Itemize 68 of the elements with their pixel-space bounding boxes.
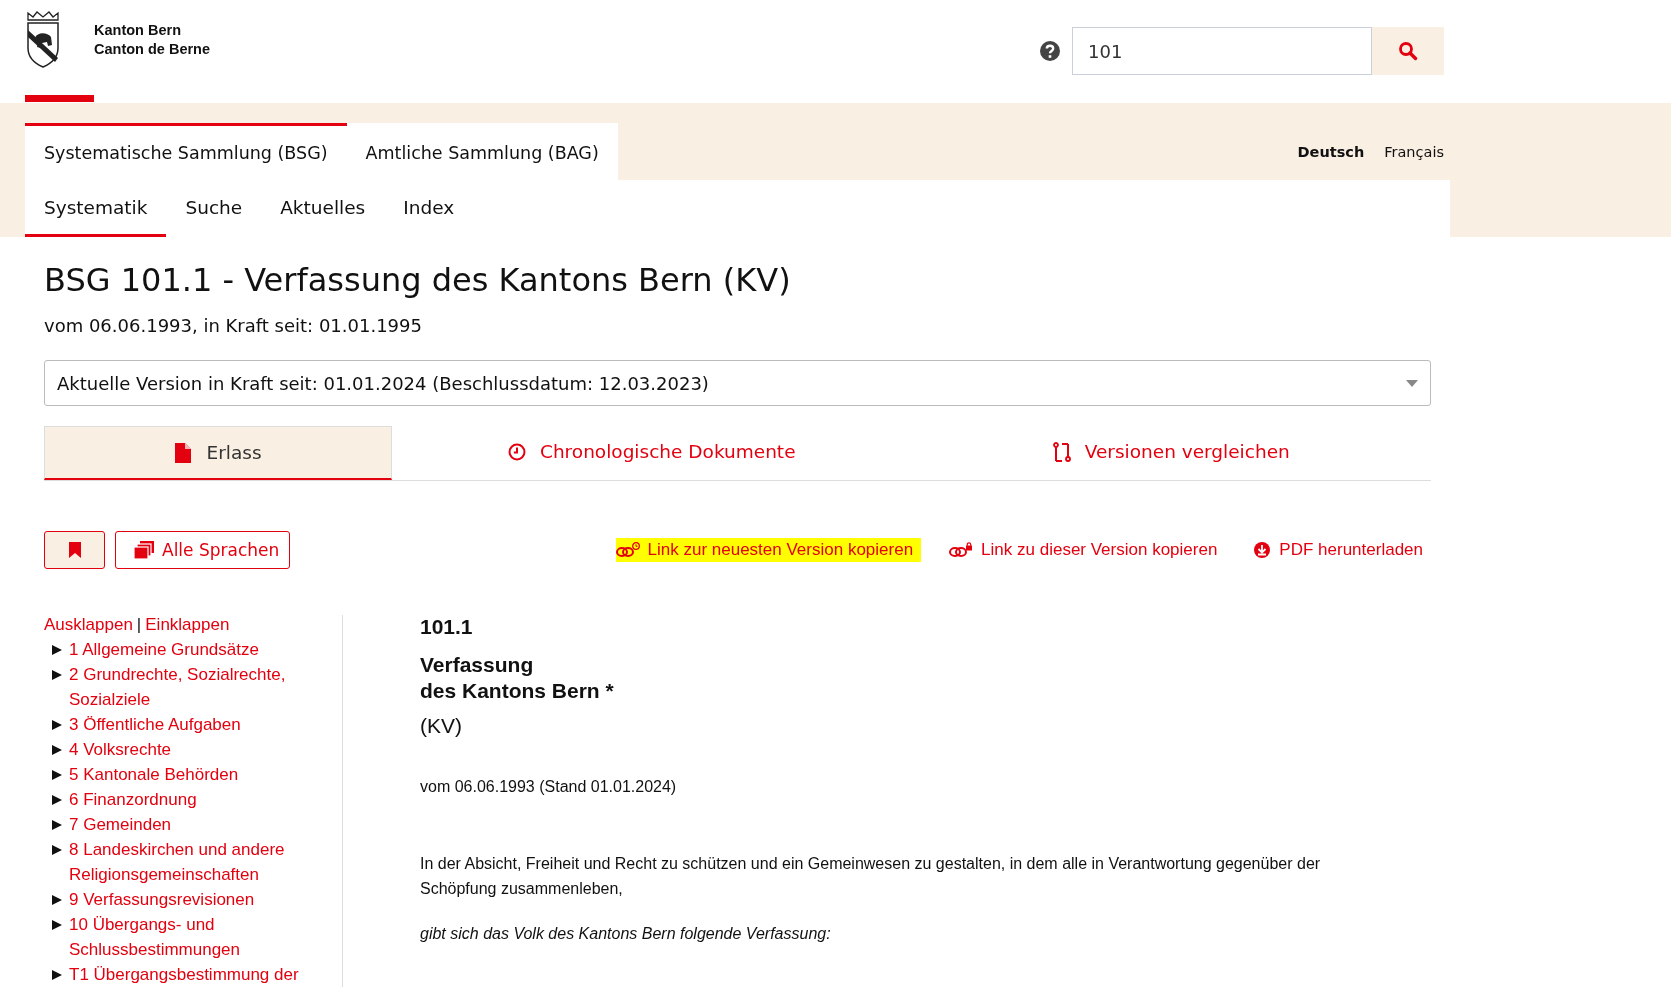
page-subtitle: vom 06.06.1993, in Kraft seit: 01.01.1995 (44, 315, 423, 336)
nav-tab[interactable]: Systematik (25, 180, 167, 237)
expand-arrow-icon[interactable] (52, 720, 62, 730)
action-link[interactable]: PDF herunterladen (1253, 538, 1431, 562)
document-title: des Kantons Bern * (420, 678, 615, 704)
expand-arrow-icon[interactable] (52, 820, 62, 830)
chapter-link[interactable]: 1 Allgemeine Grundsätze (69, 637, 309, 662)
collection-tab[interactable]: Amtliche Sammlung (BAG) (346, 123, 618, 180)
page-title: BSG 101.1 - Verfassung des Kantons Bern (KV) (44, 260, 792, 301)
expand-arrow-icon[interactable] (52, 745, 62, 755)
preamble-paragraph: In der Absicht, Freiheit und Recht zu schützen und ein Gemeinwesen zu gestalten, in dem alle in Verantwortung gegenüber der Schöpfung zusammenleben, (420, 854, 1322, 899)
chapter-link[interactable]: 6 Finanzordnung (69, 787, 309, 812)
collapse-all-link[interactable]: Einklappen (145, 615, 230, 635)
link-clock-icon (615, 542, 640, 558)
compare-icon (1052, 441, 1071, 462)
document-tab[interactable]: Versionen vergleichen (911, 426, 1431, 477)
document-title: Verfassung (420, 652, 535, 678)
document-tab[interactable]: Chronologische Dokumente (392, 426, 912, 477)
expand-arrow-icon[interactable] (52, 645, 62, 655)
copies-icon (134, 541, 154, 559)
expand-arrow-icon[interactable] (52, 895, 62, 905)
collection-tab[interactable]: Systematische Sammlung (BSG) (25, 123, 347, 180)
expand-arrow-icon[interactable] (52, 670, 62, 680)
action-link[interactable]: Link zu dieser Version kopieren (949, 538, 1226, 562)
document-abbreviation: (KV) (420, 714, 463, 738)
chapter-link[interactable]: 10 Übergangs- und Schlussbestimmungen (69, 912, 309, 962)
chapter-link[interactable]: 5 Kantonale Behörden (69, 762, 309, 787)
chapter-link[interactable]: 4 Volksrechte (69, 737, 309, 762)
chapter-link[interactable]: 3 Öffentliche Aufgaben (69, 712, 309, 737)
logo-accent-bar (25, 95, 94, 102)
clock-icon (507, 441, 526, 462)
separator: | (136, 615, 142, 635)
document-tab[interactable]: Erlass (44, 426, 392, 480)
canton-name: Canton de Berne (94, 40, 210, 59)
nav-tab[interactable]: Index (384, 180, 474, 237)
expand-arrow-icon[interactable] (52, 920, 62, 930)
download-icon (1253, 541, 1272, 559)
version-dropdown[interactable]: Aktuelle Version in Kraft seit: 01.01.2024 (Beschlussdatum: 12.03.2023) (44, 360, 1431, 406)
chapter-link[interactable]: 9 Verfassungsrevisionen (69, 887, 309, 912)
expand-arrow-icon[interactable] (52, 970, 62, 980)
canton-name: Kanton Bern (94, 21, 182, 40)
nav-tab[interactable]: Suche (166, 180, 262, 237)
language-link[interactable]: Français (1384, 143, 1444, 160)
chapter-link[interactable]: T1 Übergangsbestimmung der (69, 962, 309, 987)
expand-arrow-icon[interactable] (52, 770, 62, 780)
search-icon (1398, 41, 1418, 61)
chapter-link[interactable]: 7 Gemeinden (69, 812, 309, 837)
document-number: 101.1 (420, 615, 474, 639)
document-date: vom 06.06.1993 (Stand 01.01.2024) (420, 778, 678, 796)
bookmark-icon (68, 542, 81, 558)
action-link[interactable]: Link zur neuesten Version kopieren (615, 538, 922, 562)
preamble-paragraph: gibt sich das Volk des Kantons Bern folgende Verfassung: (420, 924, 832, 944)
expand-arrow-icon[interactable] (52, 795, 62, 805)
expand-arrow-icon[interactable] (52, 845, 62, 855)
bookmark-button[interactable] (44, 531, 105, 569)
nav-tab[interactable]: Aktuelles (261, 180, 385, 237)
all-languages-button[interactable]: Alle Sprachen (115, 531, 291, 569)
chapter-link[interactable]: 8 Landeskirchen und andere Religionsgemeinschaften (69, 837, 309, 887)
caret-icon (1406, 379, 1418, 387)
link-lock-icon (949, 542, 974, 558)
expand-all-link[interactable]: Ausklappen (44, 615, 133, 635)
search-field[interactable]: 101 (1072, 27, 1372, 75)
file-icon (174, 442, 193, 463)
language-link[interactable]: Deutsch (1297, 143, 1365, 160)
help-icon[interactable] (1039, 40, 1061, 62)
chapter-link[interactable]: 2 Grundrechte, Sozialrechte, Sozialziele (69, 662, 309, 712)
coat-of-arms-icon (25, 10, 61, 68)
search-button[interactable] (1372, 27, 1444, 75)
